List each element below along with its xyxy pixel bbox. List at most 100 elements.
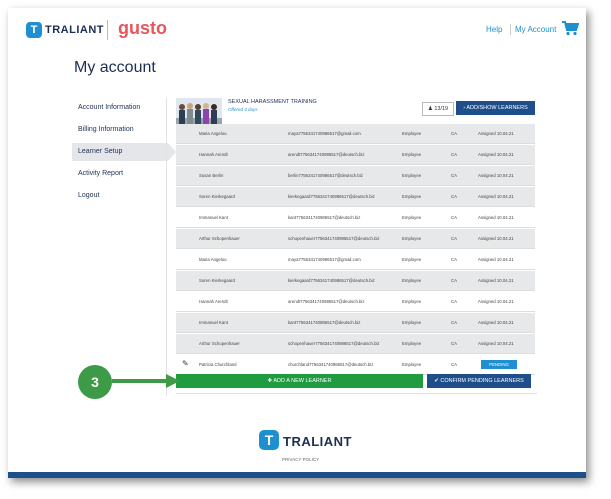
edit-pencil-icon[interactable]: ✎ — [182, 360, 189, 368]
learner-state: CA — [451, 215, 457, 220]
learner-status: Assigned 10.04.21 — [478, 194, 514, 199]
table-row[interactable]: Maria Angelou maya7756341740986517@gmail… — [176, 124, 535, 144]
course-title: SEXUAL HARASSMENT TRAINING — [228, 99, 317, 105]
sidebar-item-learner-setup[interactable]: Learner Setup — [72, 143, 176, 161]
course-subtitle: Offered 4 days — [228, 107, 258, 112]
learner-state: CA — [451, 236, 457, 241]
sidebar-item-account-information[interactable]: Account Information — [72, 99, 168, 117]
learner-status: Assigned 10.04.21 — [478, 320, 514, 325]
confirm-pending-label: CONFIRM PENDING LEARNERS — [440, 378, 524, 384]
learner-status: Assigned 10.04.21 — [478, 257, 514, 262]
table-row[interactable]: Arthur Schopenhauer schopenhauer77563417… — [176, 229, 535, 249]
footer-traliant-logo-mark: T — [259, 430, 279, 450]
table-row[interactable]: Maria Angelou maya7756341740986517@gmail… — [176, 250, 535, 270]
table-row[interactable]: Hannah Arendt arendt7756341740986517@deu… — [176, 145, 535, 165]
learner-name: Arthur Schopenhauer — [199, 341, 240, 346]
learner-email: kant7756341740986517@deutsch.biz — [288, 215, 361, 220]
page: T TRALIANT gusto Help My Account My acco… — [8, 8, 586, 478]
learner-name: Hannah Arendt — [199, 299, 228, 304]
table-row-pending[interactable]: ✎ Patricia Churchland churchland77563417… — [176, 355, 535, 375]
learner-email: maya7756341740986517@gmail.com — [288, 257, 361, 262]
add-new-learner-button[interactable]: ✚ ADD A NEW LEARNER — [176, 374, 423, 388]
learner-email: berlin7756341740986517@deutsch.biz — [288, 173, 363, 178]
learner-state: CA — [451, 362, 457, 367]
learner-email: arendt7756341740986517@deutsch.biz — [288, 152, 365, 157]
learner-state: CA — [451, 278, 457, 283]
learner-name: Maria Angelou — [199, 257, 227, 262]
table-row[interactable]: Soren Kierkegaard kierkegaard77563417409… — [176, 271, 535, 291]
learner-name: Soren Kierkegaard — [199, 278, 235, 283]
learner-role: Employee — [402, 320, 422, 325]
learner-status: Assigned 10.04.21 — [478, 299, 514, 304]
learner-email: kierkegaard7756341740986517@deutsch.biz — [288, 194, 375, 199]
learner-role: Employee — [402, 131, 422, 136]
nav-separator — [510, 24, 511, 35]
my-account-link[interactable]: My Account — [515, 25, 556, 34]
gusto-logo[interactable]: gusto — [118, 18, 167, 39]
table-row[interactable]: Soren Kierkegaard kierkegaard77563417409… — [176, 187, 535, 207]
learner-role: Employee — [402, 173, 422, 178]
learner-state: CA — [451, 194, 457, 199]
step-callout-circle: 3 — [78, 365, 112, 399]
learner-role: Employee — [402, 278, 422, 283]
learner-name: Susan Berlin — [199, 173, 224, 178]
sidebar-item-billing-information[interactable]: Billing Information — [72, 121, 168, 139]
logo-divider — [107, 20, 108, 40]
learner-status: Assigned 10.04.21 — [478, 152, 514, 157]
learner-state: CA — [451, 152, 457, 157]
content-divider — [166, 98, 167, 396]
confirm-user-icon: ✔ — [434, 378, 439, 384]
learner-email: arendt7756341740986517@deutsch.biz — [288, 299, 365, 304]
learner-role: Employee — [402, 341, 422, 346]
learner-role: Employee — [402, 362, 422, 367]
learner-count-badge: ♟ 13/19 — [422, 102, 454, 116]
add-user-icon: ✚ — [267, 378, 273, 384]
table-row[interactable]: Arthur Schopenhauer schopenhauer77563417… — [176, 334, 535, 354]
sidebar-item-logout[interactable]: Logout — [72, 187, 168, 205]
privacy-policy-link[interactable]: PRIVACY POLICY — [282, 457, 319, 462]
confirm-pending-learners-button[interactable]: ✔ CONFIRM PENDING LEARNERS — [427, 374, 531, 388]
section-divider — [176, 393, 537, 394]
pending-badge: PENDING — [481, 360, 517, 369]
add-show-learners-button[interactable]: › ADD/SHOW LEARNERS — [456, 101, 535, 115]
table-row[interactable]: Immanuel Kant kant7756341740986517@deuts… — [176, 313, 535, 333]
learner-role: Employee — [402, 299, 422, 304]
add-show-learners-label: ADD/SHOW LEARNERS — [466, 105, 528, 111]
learner-role: Employee — [402, 194, 422, 199]
table-row[interactable]: Susan Berlin berlin7756341740986517@deut… — [176, 166, 535, 186]
learner-role: Employee — [402, 236, 422, 241]
learner-state: CA — [451, 257, 457, 262]
learner-email: schopenhauer7756341740986517@deutsch.biz — [288, 341, 380, 346]
learner-email: kierkegaard7756341740986517@deutsch.biz — [288, 278, 375, 283]
learner-email: kant7756341740986517@deutsch.biz — [288, 320, 361, 325]
shopping-cart-icon[interactable] — [561, 20, 579, 36]
footer-traliant-logo-text: TRALIANT — [283, 434, 352, 449]
step-callout-arrow-icon — [112, 374, 180, 388]
page-title: My account — [74, 59, 156, 76]
learner-email: schopenhauer7756341740986517@deutsch.biz — [288, 236, 380, 241]
header: T TRALIANT gusto Help My Account — [8, 8, 586, 46]
learner-status: Assigned 10.04.21 — [478, 236, 514, 241]
learner-status: Assigned 10.04.21 — [478, 173, 514, 178]
learner-state: CA — [451, 299, 457, 304]
learner-name: Soren Kierkegaard — [199, 194, 235, 199]
sidebar-item-activity-report[interactable]: Activity Report — [72, 165, 168, 183]
learner-status: Assigned 10.04.21 — [478, 131, 514, 136]
learner-name: Immanuel Kant — [199, 215, 228, 220]
learner-name: Patricia Churchland — [199, 362, 237, 367]
traliant-logo-mark[interactable]: T — [26, 22, 42, 38]
traliant-logo-text[interactable]: TRALIANT — [45, 24, 104, 36]
learner-state: CA — [451, 341, 457, 346]
learner-role: Employee — [402, 152, 422, 157]
learner-email: churchland7756341740986517@deutsch.biz — [288, 362, 374, 367]
learner-name: Maria Angelou — [199, 131, 227, 136]
chevron-right-icon: › — [463, 105, 466, 111]
learner-name: Hannah Arendt — [199, 152, 228, 157]
table-row[interactable]: Immanuel Kant kant7756341740986517@deuts… — [176, 208, 535, 228]
learner-status: Assigned 10.04.21 — [478, 215, 514, 220]
learner-state: CA — [451, 173, 457, 178]
learner-role: Employee — [402, 257, 422, 262]
learner-status: Assigned 10.04.21 — [478, 341, 514, 346]
help-link[interactable]: Help — [486, 25, 502, 34]
table-row[interactable]: Hannah Arendt arendt7756341740986517@deu… — [176, 292, 535, 312]
